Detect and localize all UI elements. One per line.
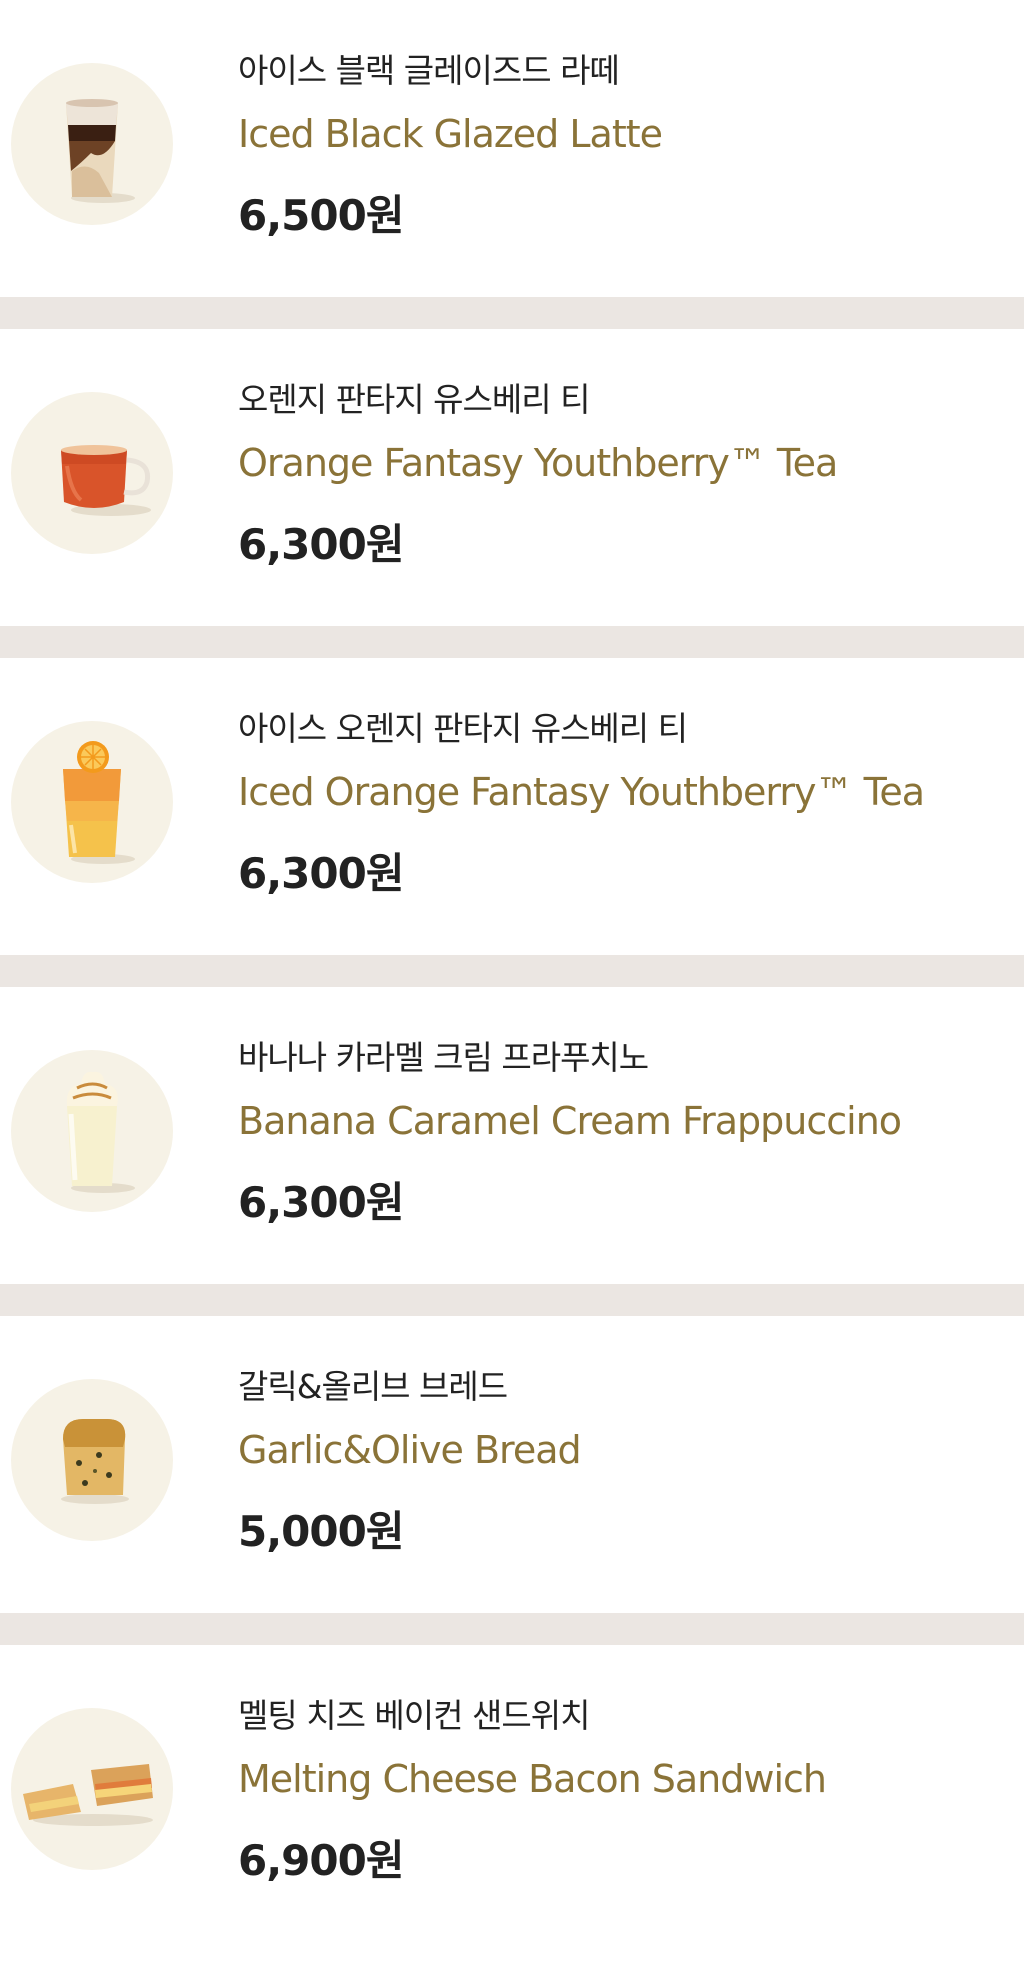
item-price: 5,000원 <box>238 1507 404 1556</box>
item-price: 6,900원 <box>238 1836 404 1885</box>
menu-list: 아이스 블랙 글레이즈드 라떼 Iced Black Glazed Latte … <box>0 0 1024 1982</box>
item-price: 6,500원 <box>238 191 404 240</box>
item-name-korean: 오렌지 판타지 유스베리 티 <box>238 380 590 419</box>
menu-item[interactable]: 멜팅 치즈 베이컨 샌드위치 Melting Cheese Bacon Sand… <box>0 1645 1024 1982</box>
divider <box>0 297 1024 329</box>
item-name-korean: 바나나 카라멜 크림 프라푸치노 <box>238 1038 649 1077</box>
item-name-english: Banana Caramel Cream Frappuccino <box>238 1099 902 1143</box>
menu-item[interactable]: 바나나 카라멜 크림 프라푸치노 Banana Caramel Cream Fr… <box>0 987 1024 1284</box>
item-price: 6,300원 <box>238 1178 404 1227</box>
hot-tea-mug-image <box>11 392 173 554</box>
item-name-korean: 갈릭&올리브 브레드 <box>238 1367 508 1406</box>
divider <box>0 955 1024 987</box>
item-name-english: Orange Fantasy Youthberry™ Tea <box>238 441 838 485</box>
menu-item[interactable]: 아이스 블랙 글레이즈드 라떼 Iced Black Glazed Latte … <box>0 0 1024 297</box>
bread-image <box>11 1379 173 1541</box>
menu-item[interactable]: 오렌지 판타지 유스베리 티 Orange Fantasy Youthberry… <box>0 329 1024 626</box>
menu-item[interactable]: 갈릭&올리브 브레드 Garlic&Olive Bread 5,000원 <box>0 1316 1024 1613</box>
item-price: 6,300원 <box>238 849 404 898</box>
item-name-english: Garlic&Olive Bread <box>238 1428 582 1472</box>
iced-orange-tea-image <box>11 721 173 883</box>
iced-latte-image <box>11 63 173 225</box>
sandwich-image <box>11 1708 173 1870</box>
divider <box>0 626 1024 658</box>
item-name-english: Melting Cheese Bacon Sandwich <box>238 1757 827 1801</box>
divider <box>0 1613 1024 1645</box>
item-name-korean: 아이스 오렌지 판타지 유스베리 티 <box>238 709 688 748</box>
item-name-english: Iced Orange Fantasy Youthberry™ Tea <box>238 770 925 814</box>
menu-item[interactable]: 아이스 오렌지 판타지 유스베리 티 Iced Orange Fantasy Y… <box>0 658 1024 955</box>
divider <box>0 1284 1024 1316</box>
frappuccino-image <box>11 1050 173 1212</box>
item-price: 6,300원 <box>238 520 404 569</box>
item-name-korean: 멜팅 치즈 베이컨 샌드위치 <box>238 1696 590 1735</box>
item-name-english: Iced Black Glazed Latte <box>238 112 663 156</box>
item-name-korean: 아이스 블랙 글레이즈드 라떼 <box>238 51 620 90</box>
